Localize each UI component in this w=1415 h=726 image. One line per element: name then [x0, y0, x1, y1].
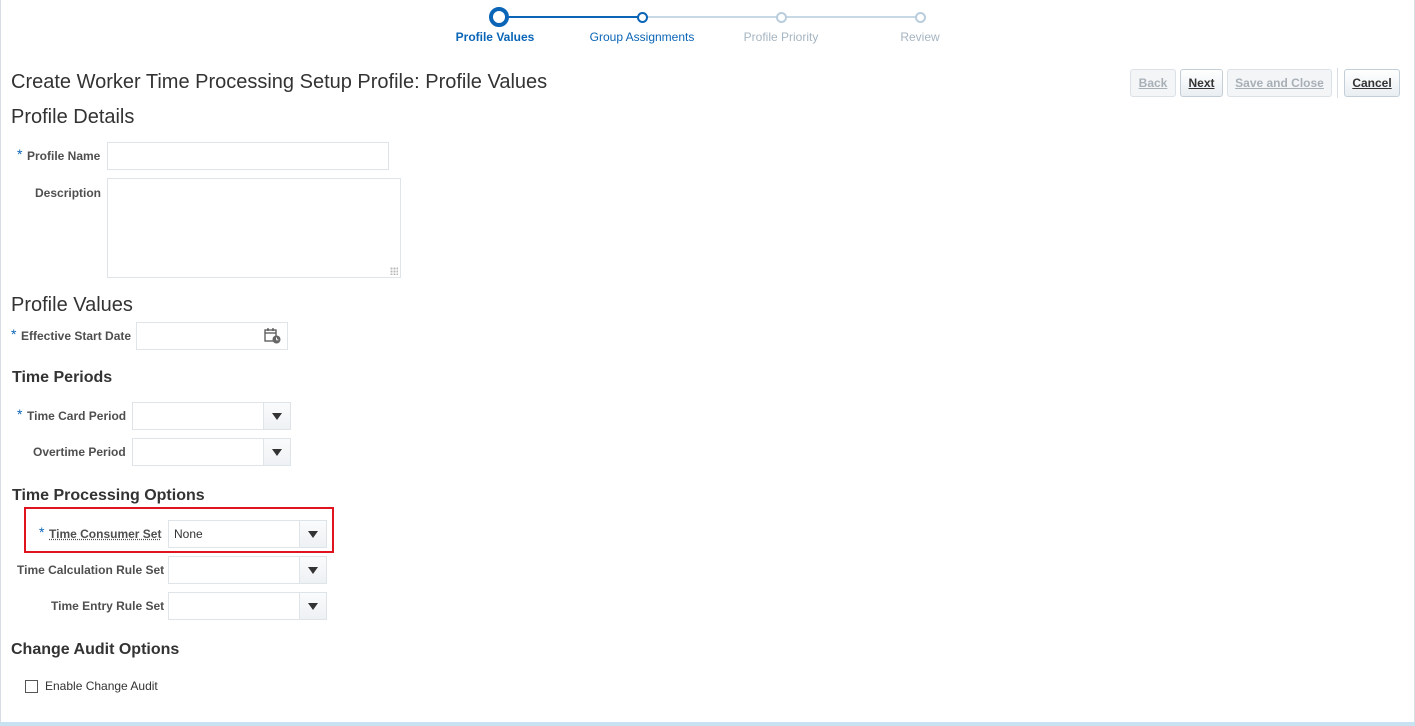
overtime-period-value: [133, 439, 263, 465]
description-textarea[interactable]: [107, 178, 401, 278]
enable-change-audit-label[interactable]: Enable Change Audit: [45, 679, 158, 693]
train-step-profile-values-node[interactable]: [489, 7, 509, 27]
profile-details-heading: Profile Details: [11, 106, 135, 128]
resize-grip-icon[interactable]: [390, 267, 398, 275]
effective-start-date-label: Effective Start Date: [21, 329, 132, 343]
train-step-group-assignments-node[interactable]: [637, 12, 648, 23]
time-consumer-set-label: Time Consumer Set: [49, 527, 162, 541]
time-card-period-value: [133, 403, 263, 429]
time-processing-options-heading: Time Processing Options: [12, 487, 205, 504]
train-connector: [781, 16, 920, 18]
train-step-review-label: Review: [900, 30, 940, 44]
train-step-profile-priority-label: Profile Priority: [743, 30, 819, 44]
description-label: Description: [35, 186, 102, 200]
calendar-icon[interactable]: [264, 327, 282, 345]
time-card-period-label: Time Card Period: [27, 409, 127, 423]
chevron-down-icon[interactable]: [263, 403, 290, 429]
train-connector: [499, 16, 642, 18]
cancel-button[interactable]: Cancel: [1344, 69, 1400, 97]
back-button[interactable]: Back: [1130, 69, 1176, 97]
train-step-profile-values-label[interactable]: Profile Values: [425, 30, 565, 44]
page-title: Create Worker Time Processing Setup Prof…: [11, 71, 548, 93]
train-step-review-node: [915, 12, 926, 23]
required-indicator: *: [39, 524, 45, 540]
time-periods-heading: Time Periods: [12, 369, 113, 386]
toolbar-separator: [1337, 68, 1338, 98]
time-consumer-set-select[interactable]: None: [168, 520, 327, 548]
required-indicator: *: [17, 406, 23, 422]
chevron-down-icon[interactable]: [299, 557, 326, 583]
time-entry-rule-set-select[interactable]: [168, 592, 327, 620]
time-calculation-rule-set-select[interactable]: [168, 556, 327, 584]
chevron-down-icon[interactable]: [299, 521, 326, 547]
bottom-border: [0, 722, 1415, 726]
required-indicator: *: [17, 146, 23, 162]
time-consumer-set-value: None: [174, 527, 203, 541]
profile-name-label: Profile Name: [27, 149, 101, 163]
train-step-profile-priority-node: [776, 12, 787, 23]
required-indicator: *: [11, 326, 17, 342]
train-connector: [642, 16, 781, 18]
time-calculation-rule-set-value: [169, 557, 299, 583]
profile-name-input[interactable]: [107, 142, 389, 170]
enable-change-audit-checkbox[interactable]: [25, 680, 38, 693]
time-entry-rule-set-value: [169, 593, 299, 619]
overtime-period-select[interactable]: [132, 438, 291, 466]
profile-values-heading: Profile Values: [11, 294, 133, 316]
time-calculation-rule-set-label: Time Calculation Rule Set: [17, 563, 165, 577]
time-entry-rule-set-label: Time Entry Rule Set: [51, 599, 165, 613]
overtime-period-label: Overtime Period: [33, 445, 126, 459]
time-card-period-select[interactable]: [132, 402, 291, 430]
save-and-close-button[interactable]: Save and Close: [1227, 69, 1332, 97]
train-step-group-assignments-label[interactable]: Group Assignments: [572, 30, 712, 44]
chevron-down-icon[interactable]: [263, 439, 290, 465]
change-audit-options-heading: Change Audit Options: [11, 641, 180, 658]
chevron-down-icon[interactable]: [299, 593, 326, 619]
next-button[interactable]: Next: [1180, 69, 1223, 97]
